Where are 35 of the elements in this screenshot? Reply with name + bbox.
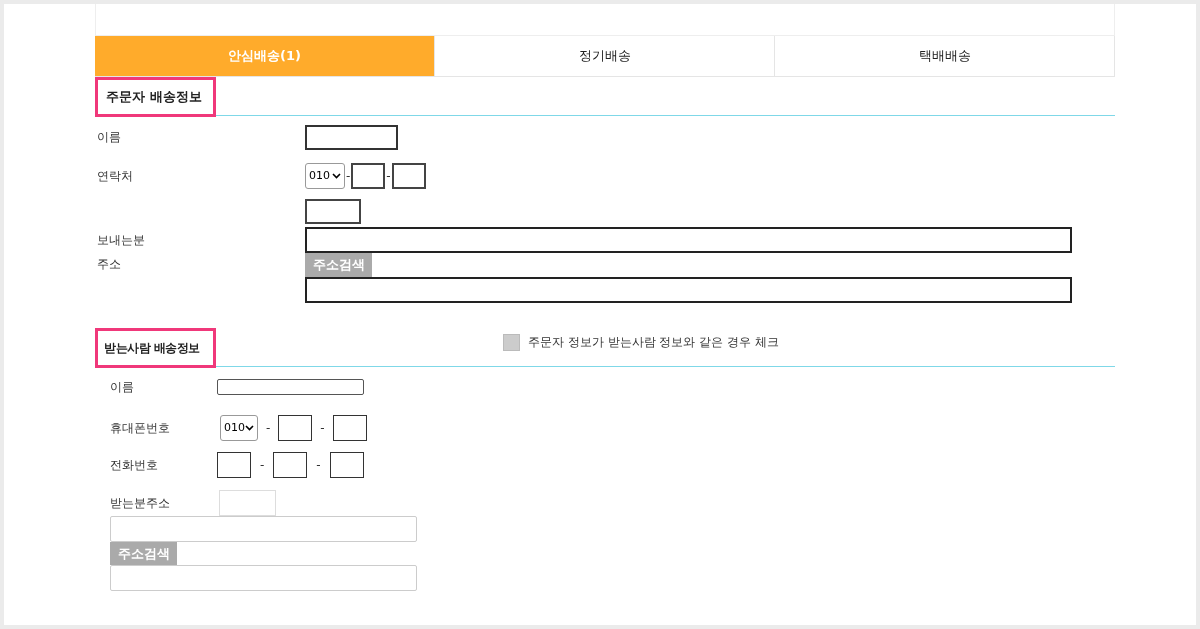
input-field[interactable] [273, 452, 308, 478]
input-field[interactable] [305, 277, 1072, 303]
input-field[interactable] [329, 452, 364, 478]
field-label: 보내는분 주소 [97, 232, 146, 273]
hyphen: - [320, 420, 325, 437]
checkbox-label: 주문자 정보가 받는사람 정보와 같은 경우 체크 [528, 334, 779, 351]
hyphen: - [266, 420, 271, 437]
phone-prefix-select[interactable]: 010 [220, 415, 258, 441]
section-title: 받는사람 배송정보 [95, 328, 216, 368]
checkbox[interactable] [503, 333, 520, 351]
chevron-down-icon [245, 425, 254, 431]
delivery-tab[interactable]: 정기배송 [435, 36, 775, 77]
postcode-field[interactable] [305, 199, 361, 224]
input-field[interactable] [278, 415, 313, 441]
field-label: 전화번호 [110, 457, 159, 474]
input-field[interactable] [217, 452, 251, 478]
input-field[interactable] [217, 379, 364, 395]
delivery-tab[interactable]: 택배배송 [775, 36, 1115, 77]
hyphen: - [316, 457, 321, 474]
field-label: 연락처 [96, 168, 134, 185]
field-label: 이름 [110, 379, 135, 396]
hyphen: - [386, 168, 391, 185]
input-field[interactable] [391, 163, 426, 189]
input-field[interactable] [305, 227, 1072, 253]
section-title: 주문자 배송정보 [95, 77, 216, 117]
input-field[interactable] [332, 415, 367, 441]
input-field[interactable] [305, 124, 398, 150]
input-field[interactable] [351, 163, 386, 189]
field-label: 이름 [96, 129, 122, 146]
hyphen: - [260, 457, 265, 474]
chevron-down-icon [332, 173, 341, 179]
field-label: 받는분주소 [110, 495, 171, 512]
field-label: 휴대폰번호 [110, 420, 171, 437]
hyphen: - [346, 168, 351, 185]
phone-prefix-select[interactable]: 010 [305, 163, 345, 189]
